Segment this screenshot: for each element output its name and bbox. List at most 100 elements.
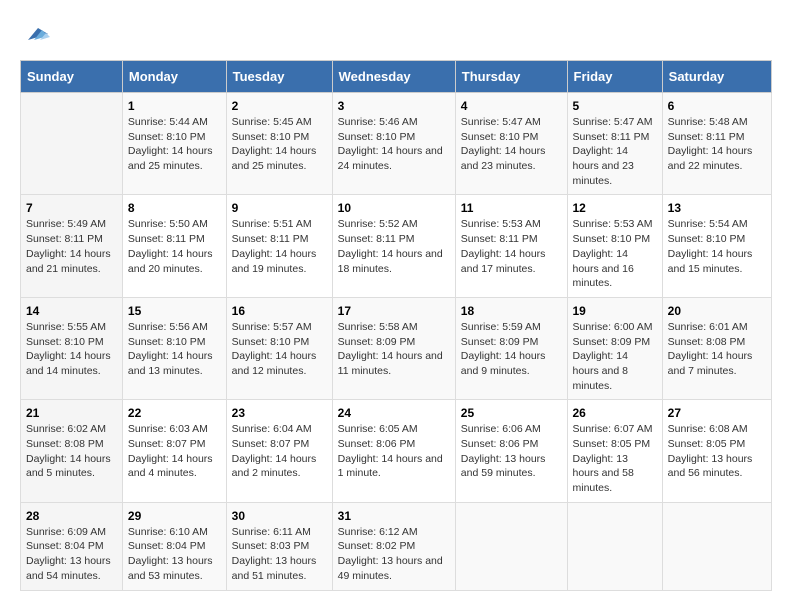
calendar-cell: 19 Sunrise: 6:00 AM Sunset: 8:09 PM Dayli… <box>567 297 662 399</box>
day-number: 17 <box>338 304 450 318</box>
day-number: 15 <box>128 304 221 318</box>
day-number: 14 <box>26 304 117 318</box>
day-number: 19 <box>573 304 657 318</box>
day-number: 16 <box>232 304 327 318</box>
calendar-cell: 8 Sunrise: 5:50 AM Sunset: 8:11 PM Daylig… <box>122 195 226 297</box>
day-info: Sunrise: 5:59 AM Sunset: 8:09 PM Dayligh… <box>461 320 562 379</box>
calendar-cell: 7Sunrise: 5:49 AM Sunset: 8:11 PM Daylig… <box>21 195 123 297</box>
calendar-cell: 14 Sunrise: 5:55 AM Sunset: 8:10 PM Dayli… <box>21 297 123 399</box>
header-day-thursday: Thursday <box>455 61 567 93</box>
day-info: Sunrise: 6:05 AM Sunset: 8:06 PM Dayligh… <box>338 422 450 481</box>
calendar-cell: 12 Sunrise: 5:53 AM Sunset: 8:10 PM Dayli… <box>567 195 662 297</box>
day-number: 31 <box>338 509 450 523</box>
day-info: Sunrise: 5:54 AM Sunset: 8:10 PM Dayligh… <box>668 217 766 276</box>
day-info: Sunrise: 5:53 AM Sunset: 8:10 PM Dayligh… <box>573 217 657 290</box>
header-day-saturday: Saturday <box>662 61 771 93</box>
day-number: 20 <box>668 304 766 318</box>
calendar-cell: 2 Sunrise: 5:45 AM Sunset: 8:10 PM Daylig… <box>226 93 332 195</box>
day-info: Sunrise: 6:07 AM Sunset: 8:05 PM Dayligh… <box>573 422 657 495</box>
calendar-cell: 4 Sunrise: 5:47 AM Sunset: 8:10 PM Daylig… <box>455 93 567 195</box>
day-number: 25 <box>461 406 562 420</box>
day-info: Sunrise: 6:02 AM Sunset: 8:08 PM Dayligh… <box>26 422 117 481</box>
day-info: Sunrise: 5:45 AM Sunset: 8:10 PM Dayligh… <box>232 115 327 174</box>
day-number: 21 <box>26 406 117 420</box>
calendar-cell: 11 Sunrise: 5:53 AM Sunset: 8:11 PM Dayli… <box>455 195 567 297</box>
day-info: Sunrise: 5:56 AM Sunset: 8:10 PM Dayligh… <box>128 320 221 379</box>
day-number: 18 <box>461 304 562 318</box>
day-info: Sunrise: 5:50 AM Sunset: 8:11 PM Dayligh… <box>128 217 221 276</box>
day-info: Sunrise: 6:00 AM Sunset: 8:09 PM Dayligh… <box>573 320 657 393</box>
day-info: Sunrise: 5:55 AM Sunset: 8:10 PM Dayligh… <box>26 320 117 379</box>
calendar-cell: 27 Sunrise: 6:08 AM Sunset: 8:05 PM Dayli… <box>662 400 771 502</box>
calendar-cell <box>21 93 123 195</box>
day-info: Sunrise: 5:57 AM Sunset: 8:10 PM Dayligh… <box>232 320 327 379</box>
day-number: 10 <box>338 201 450 215</box>
calendar-cell: 21 Sunrise: 6:02 AM Sunset: 8:08 PM Dayli… <box>21 400 123 502</box>
calendar-table: SundayMondayTuesdayWednesdayThursdayFrid… <box>20 60 772 591</box>
logo-icon <box>20 20 50 50</box>
calendar-week-row: 7Sunrise: 5:49 AM Sunset: 8:11 PM Daylig… <box>21 195 772 297</box>
day-info: Sunrise: 5:48 AM Sunset: 8:11 PM Dayligh… <box>668 115 766 174</box>
day-info: Sunrise: 6:06 AM Sunset: 8:06 PM Dayligh… <box>461 422 562 481</box>
calendar-cell: 24 Sunrise: 6:05 AM Sunset: 8:06 PM Dayli… <box>332 400 455 502</box>
day-number: 23 <box>232 406 327 420</box>
calendar-header-row: SundayMondayTuesdayWednesdayThursdayFrid… <box>21 61 772 93</box>
day-number: 26 <box>573 406 657 420</box>
calendar-week-row: 1 Sunrise: 5:44 AM Sunset: 8:10 PM Daylig… <box>21 93 772 195</box>
day-number: 11 <box>461 201 562 215</box>
day-info: Sunrise: 5:53 AM Sunset: 8:11 PM Dayligh… <box>461 217 562 276</box>
calendar-cell: 20 Sunrise: 6:01 AM Sunset: 8:08 PM Dayli… <box>662 297 771 399</box>
day-number: 24 <box>338 406 450 420</box>
day-info: Sunrise: 6:10 AM Sunset: 8:04 PM Dayligh… <box>128 525 221 584</box>
day-number: 22 <box>128 406 221 420</box>
day-number: 27 <box>668 406 766 420</box>
calendar-cell: 15 Sunrise: 5:56 AM Sunset: 8:10 PM Dayli… <box>122 297 226 399</box>
calendar-cell: 29 Sunrise: 6:10 AM Sunset: 8:04 PM Dayli… <box>122 502 226 590</box>
calendar-cell: 18 Sunrise: 5:59 AM Sunset: 8:09 PM Dayli… <box>455 297 567 399</box>
day-number: 6 <box>668 99 766 113</box>
calendar-cell: 3 Sunrise: 5:46 AM Sunset: 8:10 PM Daylig… <box>332 93 455 195</box>
day-number: 1 <box>128 99 221 113</box>
day-number: 13 <box>668 201 766 215</box>
calendar-cell: 17 Sunrise: 5:58 AM Sunset: 8:09 PM Dayli… <box>332 297 455 399</box>
calendar-cell: 30Sunrise: 6:11 AM Sunset: 8:03 PM Dayli… <box>226 502 332 590</box>
day-number: 12 <box>573 201 657 215</box>
day-info: Sunrise: 5:46 AM Sunset: 8:10 PM Dayligh… <box>338 115 450 174</box>
calendar-cell: 13 Sunrise: 5:54 AM Sunset: 8:10 PM Dayli… <box>662 195 771 297</box>
day-info: Sunrise: 6:03 AM Sunset: 8:07 PM Dayligh… <box>128 422 221 481</box>
header-day-friday: Friday <box>567 61 662 93</box>
day-info: Sunrise: 6:09 AM Sunset: 8:04 PM Dayligh… <box>26 525 117 584</box>
calendar-week-row: 28 Sunrise: 6:09 AM Sunset: 8:04 PM Dayli… <box>21 502 772 590</box>
calendar-cell: 28 Sunrise: 6:09 AM Sunset: 8:04 PM Dayli… <box>21 502 123 590</box>
calendar-cell <box>662 502 771 590</box>
day-info: Sunrise: 5:58 AM Sunset: 8:09 PM Dayligh… <box>338 320 450 379</box>
calendar-week-row: 21 Sunrise: 6:02 AM Sunset: 8:08 PM Dayli… <box>21 400 772 502</box>
calendar-cell: 9Sunrise: 5:51 AM Sunset: 8:11 PM Daylig… <box>226 195 332 297</box>
day-info: Sunrise: 6:11 AM Sunset: 8:03 PM Dayligh… <box>232 525 327 584</box>
calendar-cell: 5Sunrise: 5:47 AM Sunset: 8:11 PM Daylig… <box>567 93 662 195</box>
day-number: 2 <box>232 99 327 113</box>
day-info: Sunrise: 5:52 AM Sunset: 8:11 PM Dayligh… <box>338 217 450 276</box>
day-number: 28 <box>26 509 117 523</box>
day-number: 3 <box>338 99 450 113</box>
day-number: 29 <box>128 509 221 523</box>
logo <box>20 20 54 50</box>
calendar-cell: 1 Sunrise: 5:44 AM Sunset: 8:10 PM Daylig… <box>122 93 226 195</box>
calendar-cell <box>455 502 567 590</box>
day-number: 8 <box>128 201 221 215</box>
calendar-week-row: 14 Sunrise: 5:55 AM Sunset: 8:10 PM Dayli… <box>21 297 772 399</box>
header-day-sunday: Sunday <box>21 61 123 93</box>
header-day-monday: Monday <box>122 61 226 93</box>
day-number: 7 <box>26 201 117 215</box>
header-day-tuesday: Tuesday <box>226 61 332 93</box>
day-info: Sunrise: 5:44 AM Sunset: 8:10 PM Dayligh… <box>128 115 221 174</box>
day-number: 9 <box>232 201 327 215</box>
calendar-cell: 31 Sunrise: 6:12 AM Sunset: 8:02 PM Dayli… <box>332 502 455 590</box>
day-number: 5 <box>573 99 657 113</box>
day-info: Sunrise: 5:47 AM Sunset: 8:10 PM Dayligh… <box>461 115 562 174</box>
day-info: Sunrise: 6:12 AM Sunset: 8:02 PM Dayligh… <box>338 525 450 584</box>
day-info: Sunrise: 6:08 AM Sunset: 8:05 PM Dayligh… <box>668 422 766 481</box>
day-info: Sunrise: 6:01 AM Sunset: 8:08 PM Dayligh… <box>668 320 766 379</box>
calendar-cell: 16 Sunrise: 5:57 AM Sunset: 8:10 PM Dayli… <box>226 297 332 399</box>
day-number: 4 <box>461 99 562 113</box>
